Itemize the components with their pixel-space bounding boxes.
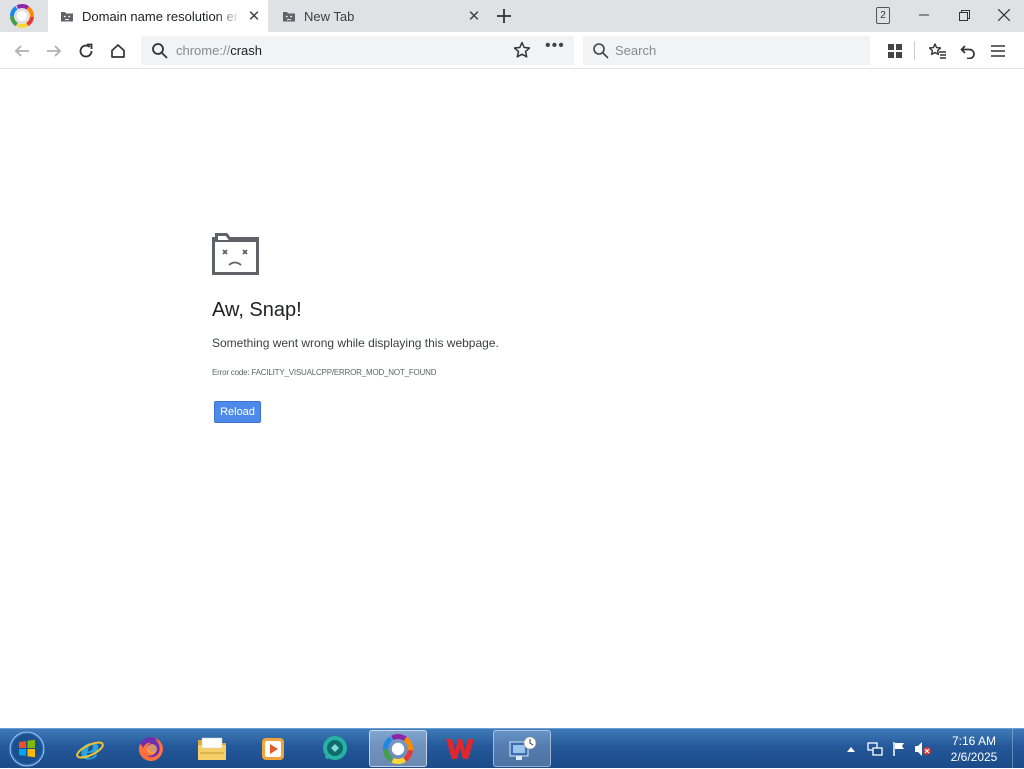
search-input[interactable] — [615, 40, 855, 60]
sad-tab-icon — [212, 233, 259, 275]
page-content: Aw, Snap! Something went wrong while dis… — [0, 70, 1024, 728]
taskbar-network-app[interactable] — [493, 730, 551, 767]
taskbar-chat-app[interactable] — [306, 730, 364, 767]
search-box[interactable] — [583, 36, 870, 65]
show-hidden-icons-button[interactable] — [842, 740, 860, 758]
sad-folder-icon — [61, 12, 73, 22]
undo-close-button[interactable] — [955, 38, 981, 64]
chevron-up-icon — [847, 747, 855, 752]
browser-logo-icon[interactable] — [10, 4, 34, 28]
tab-count-badge[interactable]: 2 — [876, 7, 890, 24]
close-tab-icon[interactable]: ✕ — [240, 2, 268, 30]
forward-button[interactable] — [41, 38, 67, 64]
undo-icon — [960, 45, 975, 59]
start-button[interactable] — [4, 730, 50, 768]
taskbar-browser[interactable] — [369, 730, 427, 767]
firefox-icon — [138, 736, 163, 761]
url-scheme: chrome:// — [176, 43, 231, 58]
tab-domain-error[interactable]: Domain name resolution error ✕ — [48, 0, 268, 32]
home-button[interactable] — [105, 38, 131, 64]
restore-icon — [958, 9, 970, 21]
close-tab-icon[interactable]: ✕ — [460, 2, 488, 30]
favorites-star-list-icon — [929, 43, 946, 59]
reload-button[interactable]: Reload — [214, 401, 261, 423]
error-title: Aw, Snap! — [212, 299, 302, 321]
tray-network[interactable] — [866, 740, 884, 758]
reload-icon — [79, 43, 93, 58]
restore-button[interactable] — [944, 0, 984, 30]
minimize-button[interactable] — [904, 0, 944, 30]
hamburger-menu-icon — [991, 45, 1005, 57]
network-app-icon — [509, 736, 537, 760]
chat-app-icon — [323, 735, 347, 760]
error-message: Something went wrong while displaying th… — [212, 336, 499, 350]
back-button[interactable] — [9, 38, 35, 64]
tray-volume[interactable] — [914, 740, 932, 758]
reload-toolbar-button[interactable] — [73, 38, 99, 64]
taskbar-firefox[interactable] — [122, 730, 180, 767]
media-player-icon — [262, 737, 284, 760]
address-bar[interactable]: chrome://crash ••• — [141, 36, 574, 65]
new-tab-button[interactable] — [492, 4, 516, 28]
internet-explorer-icon: e — [76, 734, 104, 764]
toolbar-divider — [914, 41, 915, 60]
plus-icon — [497, 9, 511, 23]
search-icon — [152, 43, 168, 59]
navigation-toolbar: chrome://crash ••• — [0, 32, 1024, 69]
clock-time: 7:16 AM — [951, 734, 997, 748]
error-code: Error code: FACILITY_VISUALCPP/ERROR_MOD… — [212, 368, 437, 377]
search-icon — [593, 43, 609, 59]
home-icon — [111, 44, 125, 58]
close-icon — [998, 9, 1010, 21]
more-options-icon[interactable]: ••• — [545, 37, 565, 55]
favorites-button[interactable] — [925, 38, 951, 64]
tab-title: Domain name resolution error — [82, 8, 240, 24]
close-window-button[interactable] — [984, 0, 1024, 30]
url-text[interactable]: chrome://crash — [176, 43, 262, 58]
apps-button[interactable] — [882, 38, 908, 64]
taskbar-media-player[interactable] — [244, 730, 302, 767]
tray-action-center[interactable] — [890, 740, 908, 758]
flag-icon — [893, 742, 904, 756]
bookmark-star-icon[interactable] — [513, 41, 531, 59]
taskbar: e 7:16 AM 2/6/2025 — [0, 728, 1024, 769]
grid-icon — [888, 44, 902, 58]
tab-new-tab[interactable]: New Tab ✕ — [270, 0, 488, 32]
minimize-icon — [919, 14, 929, 16]
volume-muted-icon — [915, 742, 931, 756]
back-arrow-icon — [14, 45, 29, 57]
sad-folder-icon — [283, 12, 295, 22]
show-desktop-button[interactable] — [1012, 729, 1024, 769]
menu-button[interactable] — [985, 38, 1011, 64]
taskbar-internet-explorer[interactable]: e — [61, 730, 119, 767]
network-icon — [867, 742, 883, 756]
taskbar-wps-office[interactable] — [431, 730, 489, 767]
browser-icon — [383, 733, 413, 764]
clock-date: 2/6/2025 — [950, 750, 998, 764]
windows-start-icon — [9, 731, 45, 767]
forward-arrow-icon — [47, 45, 62, 57]
tab-title: New Tab — [304, 8, 355, 24]
wps-office-icon — [446, 738, 474, 759]
url-path: crash — [230, 43, 262, 58]
system-clock[interactable]: 7:16 AM 2/6/2025 — [946, 733, 1002, 765]
file-explorer-icon — [198, 737, 226, 760]
tab-bar: Domain name resolution error ✕ New Tab ✕… — [0, 0, 1024, 32]
taskbar-file-explorer[interactable] — [183, 730, 241, 767]
